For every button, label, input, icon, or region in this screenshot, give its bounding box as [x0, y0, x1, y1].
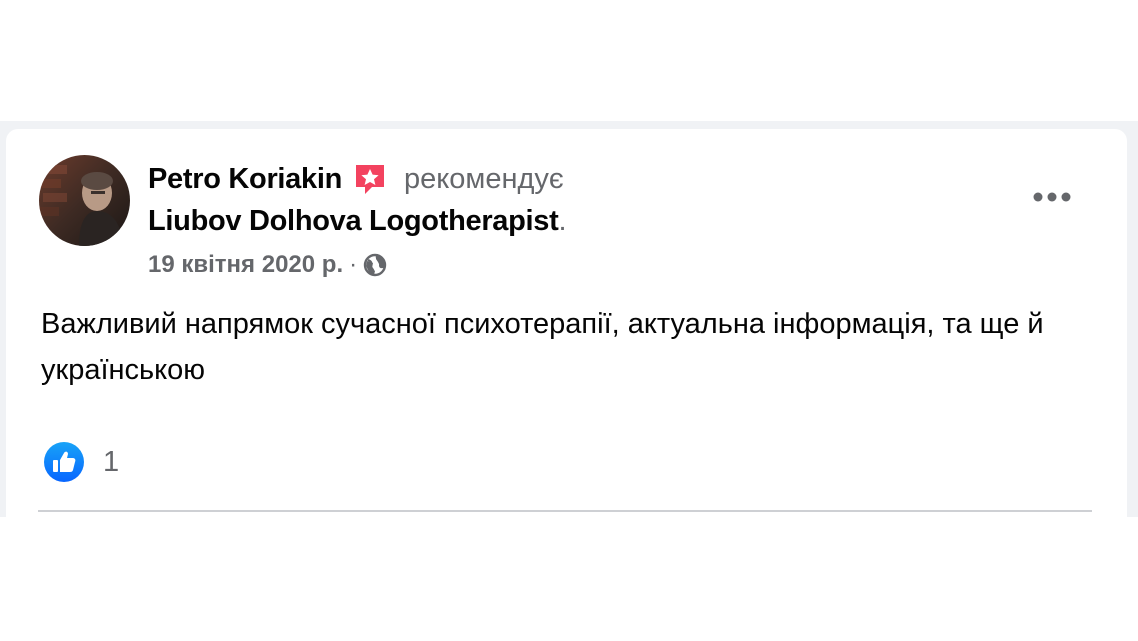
- action-divider: [38, 510, 1092, 512]
- like-count: 1: [103, 445, 120, 478]
- post-body-text: Важливий напрямок сучасної психотерапії,…: [41, 308, 1044, 386]
- feed-background: Petro Koriakin рекомендує Liubov Dolhova…: [0, 121, 1138, 517]
- more-options-icon: [1033, 192, 1071, 202]
- reaction-summary[interactable]: 1: [43, 441, 119, 483]
- post-meta: 19 квітня 2020 р. ·: [148, 249, 387, 281]
- like-icon: [43, 441, 85, 483]
- page-name-link[interactable]: Liubov Dolhova Logotherapist: [148, 205, 559, 238]
- post-date[interactable]: 19 квітня 2020 р.: [148, 251, 343, 279]
- post-card: Petro Koriakin рекомендує Liubov Dolhova…: [6, 129, 1127, 517]
- recommends-label: рекомендує: [404, 162, 564, 195]
- recommendation-star-icon: [352, 161, 388, 197]
- more-options-button[interactable]: [1026, 179, 1078, 215]
- page-suffix: .: [558, 204, 567, 237]
- globe-icon[interactable]: [363, 253, 387, 277]
- post-header: Petro Koriakin рекомендує: [148, 159, 564, 199]
- meta-separator: ·: [349, 251, 358, 278]
- author-name[interactable]: Petro Koriakin: [148, 163, 342, 196]
- author-avatar[interactable]: [39, 155, 130, 246]
- recommended-page: Liubov Dolhova Logotherapist .: [148, 201, 567, 241]
- avatar-image: [39, 155, 130, 246]
